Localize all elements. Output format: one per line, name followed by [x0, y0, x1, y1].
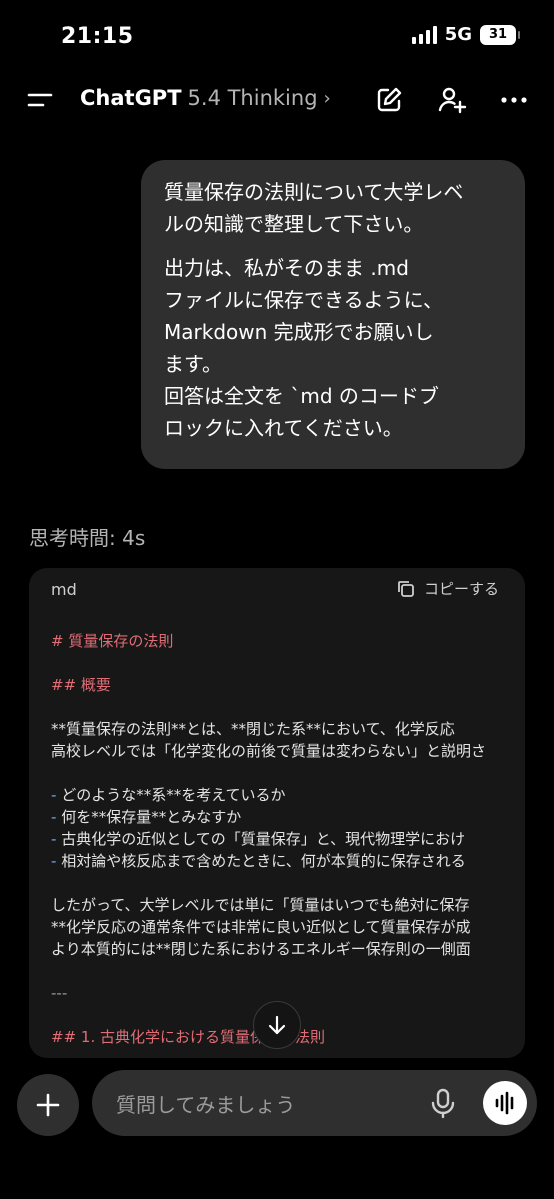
message-placeholder: 質問してみましょう [116, 1093, 296, 1117]
user-message-bubble: 質量保存の法則について大学レベ ルの知識で整理して下さい。 出力は、私がそのまま… [141, 160, 525, 469]
plus-icon[interactable] [17, 1074, 79, 1136]
message-input[interactable]: 質問してみましょう [92, 1070, 537, 1136]
code-line: 高校レベルでは「化学変化の前後で質量は変わらない」と説明さ [51, 742, 487, 760]
code-line: - どのような**系**を考えているか [51, 786, 286, 804]
signal-icon [411, 25, 437, 44]
code-content: # 質量保存の法則 ## 概要 **質量保存の法則**とは、**閉じた系**において… [51, 630, 525, 1048]
menu-icon[interactable] [26, 86, 54, 114]
code-block: md コピーする # 質量保存の法則 ## 概要 **質量保存の法則**とは、**閉… [29, 568, 525, 1058]
add-person-icon[interactable] [436, 84, 468, 116]
code-line: --- [51, 984, 68, 1002]
arrow-down-icon[interactable] [253, 1001, 301, 1049]
code-line: # 質量保存の法則 [51, 632, 174, 650]
status-indicators: 5G 31 [411, 24, 520, 45]
thinking-time-toggle[interactable]: 思考時間: 4s [29, 522, 145, 551]
code-line: **質量保存の法則**とは、**閉じた系**において、化学反応 [51, 720, 455, 738]
voice-waveform-icon[interactable] [483, 1081, 527, 1125]
code-line: したがって、大学レベルでは単に「質量はいつでも絶対に保存 [51, 896, 470, 914]
code-line: ## 概要 [51, 676, 111, 694]
model-selector[interactable]: ChatGPT 5.4 Thinking › [80, 86, 331, 110]
code-line: より本質的には**閉じた系におけるエネルギー保存則の一側面 [51, 940, 471, 958]
code-line: - 相対論や核反応まで含めたときに、何が本質的に保存される [51, 852, 466, 870]
code-line: - 何を**保存量**とみなすか [51, 808, 242, 826]
copy-button[interactable]: コピーする [396, 578, 499, 599]
edit-icon[interactable] [373, 84, 405, 116]
more-icon[interactable] [498, 84, 530, 116]
code-line: - 古典化学の近似としての「質量保存」と、現代物理学におけ [51, 830, 466, 848]
network-type: 5G [444, 24, 472, 45]
battery-icon: 31 [480, 24, 520, 45]
mic-icon[interactable] [429, 1087, 457, 1119]
code-language: md [51, 580, 77, 599]
top-bar: ChatGPT 5.4 Thinking › [0, 78, 554, 122]
user-message-paragraph: 質量保存の法則について大学レベ ルの知識で整理して下さい。 [164, 180, 464, 236]
copy-icon [398, 580, 414, 597]
battery-level: 31 [488, 27, 508, 42]
code-line: **化学反応の通常条件では非常に良い近似として質量保存が成 [51, 918, 471, 936]
status-time: 21:15 [61, 24, 134, 49]
app-name: ChatGPT [80, 86, 182, 110]
user-message-paragraph: 出力は、私がそのまま .md ファイルに保存できるように、 Markdown 完… [164, 256, 443, 440]
composer-bar: 質問してみましょう [0, 1060, 554, 1199]
copy-label: コピーする [423, 580, 499, 598]
code-block-header: md コピーする [29, 568, 525, 612]
model-name: 5.4 Thinking [187, 86, 318, 110]
chevron-right-icon: › [323, 87, 331, 109]
